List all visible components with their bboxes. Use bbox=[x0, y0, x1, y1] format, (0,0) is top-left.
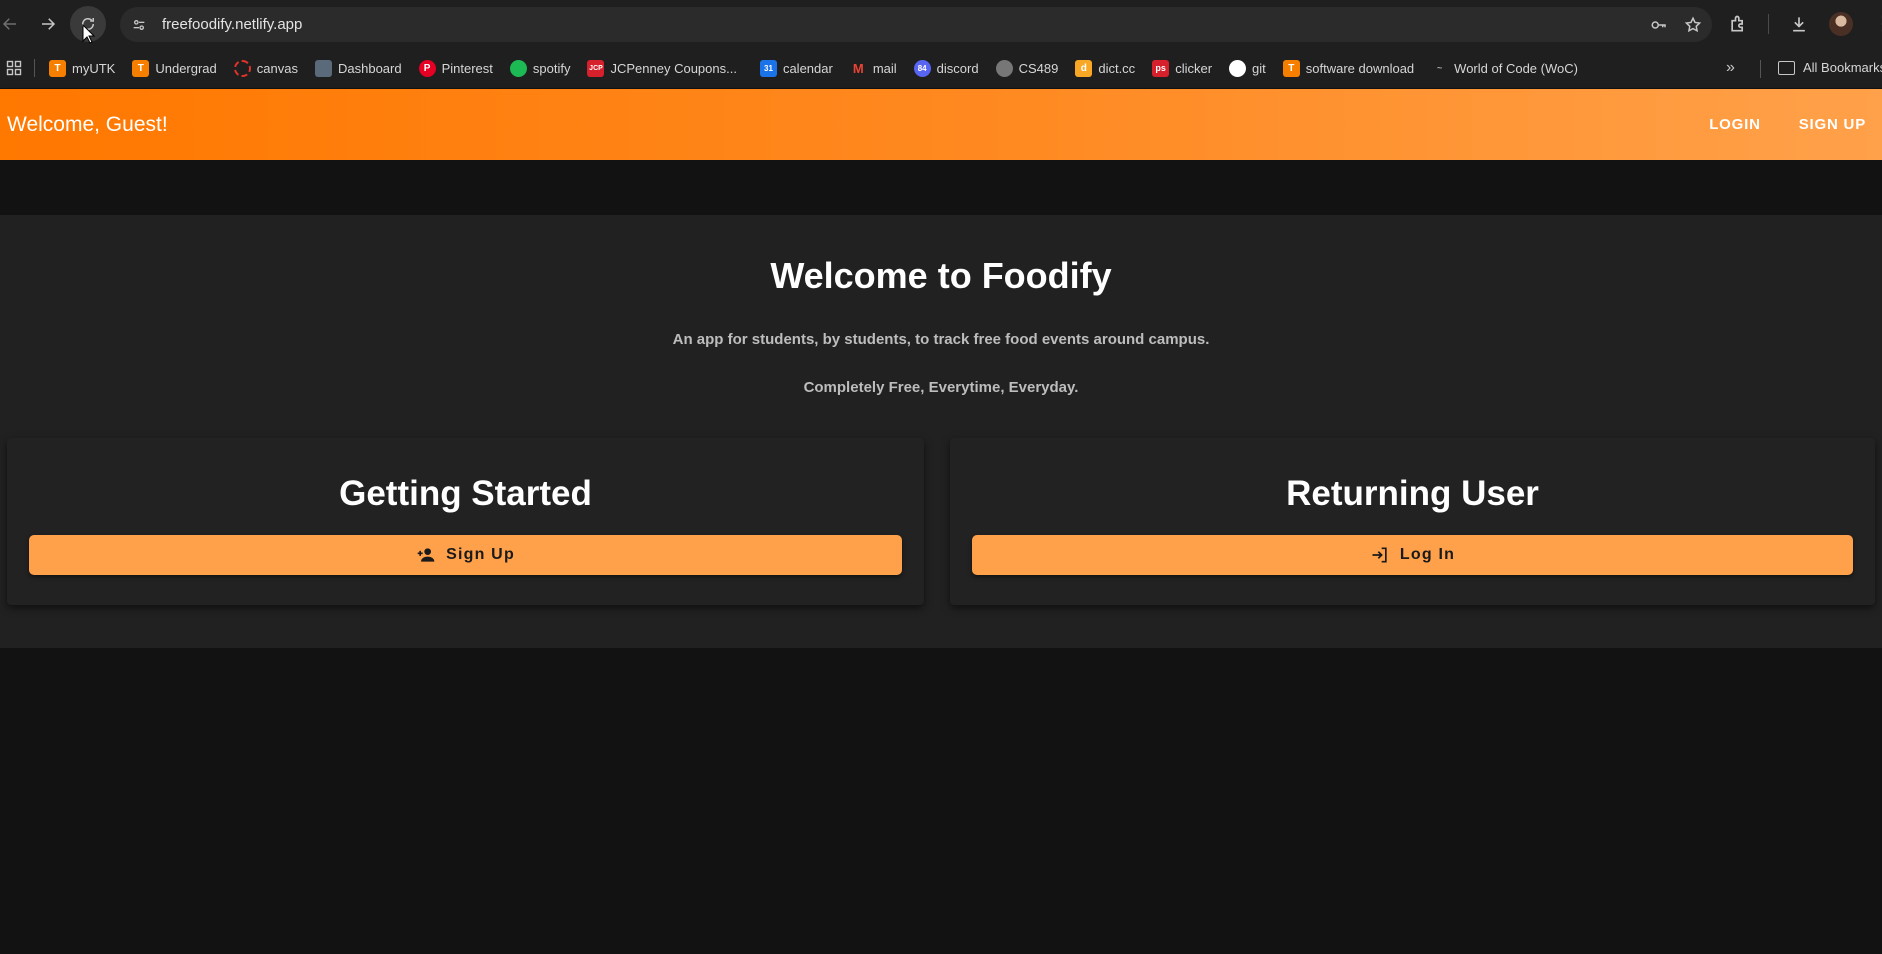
canvas-icon bbox=[233, 59, 251, 77]
key-icon[interactable] bbox=[1650, 16, 1668, 34]
bookmark-discord[interactable]: 84 discord bbox=[913, 59, 979, 77]
bookmark-label: Pinterest bbox=[441, 60, 493, 76]
bookmark-undergrad[interactable]: T Undergrad bbox=[132, 59, 217, 77]
back-button[interactable] bbox=[0, 6, 28, 42]
page-background bbox=[0, 648, 1882, 954]
ut-icon: T bbox=[1282, 59, 1300, 77]
ut-icon: T bbox=[132, 59, 150, 77]
bookmark-spotify[interactable]: spotify bbox=[509, 59, 571, 77]
login-link[interactable]: LOGIN bbox=[1709, 116, 1761, 133]
bookmark-label: dict.cc bbox=[1098, 60, 1136, 76]
dictcc-icon: d bbox=[1075, 59, 1093, 77]
bookmark-woc[interactable]: ~ World of Code (WoC) bbox=[1431, 60, 1578, 77]
bookmark-pinterest[interactable]: P Pinterest bbox=[418, 59, 493, 77]
apps-grid-icon[interactable] bbox=[6, 60, 22, 76]
app-header: Welcome, Guest! LOGIN SIGN UP bbox=[0, 89, 1882, 160]
all-bookmarks-button[interactable]: All Bookmarks bbox=[1778, 60, 1882, 75]
welcome-guest-text: Welcome, Guest! bbox=[7, 112, 168, 136]
hero-section: Welcome to Foodify An app for students, … bbox=[0, 215, 1882, 648]
arrow-left-icon bbox=[2, 18, 16, 30]
forward-button[interactable] bbox=[30, 6, 66, 42]
browser-chrome: freefoodify.netlify.app ⋮ TmyUTK T Underg… bbox=[0, 0, 1882, 89]
bookmark-label: JCPenney Coupons... bbox=[610, 60, 737, 76]
sign-up-button[interactable]: Sign Up bbox=[29, 535, 902, 575]
bookmark-label: myUTK bbox=[72, 60, 116, 76]
card-title: Getting Started bbox=[339, 474, 592, 513]
address-bar[interactable]: freefoodify.netlify.app bbox=[120, 7, 1712, 42]
calendar-icon: 31 bbox=[759, 59, 777, 77]
hero-tagline: Completely Free, Everytime, Everyday. bbox=[803, 379, 1079, 396]
mouse-cursor-icon bbox=[82, 24, 96, 44]
person-add-icon bbox=[417, 548, 435, 562]
bookmark-myutk[interactable]: TmyUTK bbox=[49, 59, 116, 77]
card-title: Returning User bbox=[1286, 474, 1539, 513]
bookmark-jcpenney[interactable]: JCP JCPenney Coupons... bbox=[587, 59, 737, 77]
page-title: Welcome to Foodify bbox=[770, 255, 1112, 296]
bookmark-label: clicker bbox=[1175, 60, 1213, 76]
globe-icon bbox=[995, 59, 1013, 77]
bookmark-cs489[interactable]: CS489 bbox=[995, 59, 1059, 77]
bookmark-label: git bbox=[1252, 60, 1266, 76]
returning-user-card: Returning User Log In bbox=[950, 438, 1875, 605]
omnibox-actions bbox=[1650, 7, 1702, 42]
ut-icon: T bbox=[49, 59, 66, 77]
download-icon[interactable] bbox=[1789, 14, 1809, 34]
bookmark-label: Undergrad bbox=[155, 60, 217, 76]
ps-icon: ps bbox=[1152, 59, 1170, 77]
bookmark-label: discord bbox=[936, 60, 979, 76]
hero-subtitle: An app for students, by students, to tra… bbox=[672, 331, 1210, 348]
spacer bbox=[0, 160, 1882, 215]
arrow-right-icon bbox=[42, 18, 56, 30]
login-icon bbox=[1372, 547, 1387, 563]
bookmark-separator bbox=[1760, 60, 1761, 78]
pinterest-icon: P bbox=[418, 59, 436, 77]
browser-toolbar: freefoodify.netlify.app ⋮ bbox=[0, 0, 1882, 48]
toolbar-divider bbox=[1768, 14, 1769, 34]
extensions-icon[interactable] bbox=[1728, 14, 1748, 34]
bookmark-git[interactable]: git bbox=[1229, 59, 1266, 77]
github-icon bbox=[1229, 59, 1247, 77]
log-in-button[interactable]: Log In bbox=[972, 535, 1853, 575]
bookmark-dictcc[interactable]: d dict.cc bbox=[1075, 59, 1136, 77]
bookmark-software-download[interactable]: Tsoftware download bbox=[1282, 59, 1415, 77]
gmail-icon: M bbox=[852, 60, 864, 76]
jcpenney-icon: JCP bbox=[587, 59, 605, 77]
url-text[interactable]: freefoodify.netlify.app bbox=[162, 16, 302, 33]
discord-icon: 84 bbox=[913, 59, 931, 77]
bookmark-calendar[interactable]: 31 calendar bbox=[759, 59, 833, 77]
chevron-double-right-icon[interactable]: » bbox=[1726, 59, 1735, 77]
bookmark-dashboard[interactable]: Dashboard bbox=[314, 59, 402, 77]
site-info-button[interactable] bbox=[126, 12, 152, 38]
menu-kebab-icon[interactable]: ⋮ bbox=[1873, 14, 1882, 34]
star-icon[interactable] bbox=[1684, 16, 1702, 34]
signup-link[interactable]: SIGN UP bbox=[1799, 116, 1866, 133]
all-bookmarks-label: All Bookmarks bbox=[1803, 60, 1882, 75]
bookmark-label: canvas bbox=[256, 60, 298, 76]
sign-up-label: Sign Up bbox=[446, 546, 515, 563]
bookmark-clicker[interactable]: ps clicker bbox=[1152, 59, 1213, 77]
bookmark-canvas[interactable]: canvas bbox=[233, 59, 298, 77]
bookmark-label: spotify bbox=[532, 60, 571, 76]
toolbar-right: ⋮ bbox=[1728, 8, 1882, 40]
bookmark-label: Dashboard bbox=[337, 60, 402, 76]
woc-icon: ~ bbox=[1437, 63, 1443, 73]
bookmark-mail[interactable]: Mmail bbox=[850, 60, 897, 77]
bookmark-label: mail bbox=[872, 60, 897, 76]
bookmark-label: calendar bbox=[782, 60, 833, 76]
folder-icon bbox=[1778, 60, 1795, 75]
getting-started-card: Getting Started Sign Up bbox=[7, 438, 924, 605]
bookmark-separator bbox=[34, 59, 35, 77]
bookmark-label: World of Code (WoC) bbox=[1454, 60, 1578, 76]
tune-icon bbox=[133, 19, 145, 30]
bookmark-label: CS489 bbox=[1018, 60, 1059, 76]
bookmarks-bar: TmyUTK T Undergrad canvas Dashboard P Pint… bbox=[0, 48, 1882, 89]
spotify-icon bbox=[509, 59, 527, 77]
log-in-label: Log In bbox=[1399, 546, 1456, 563]
header-nav: LOGIN SIGN UP bbox=[1709, 116, 1882, 133]
profile-avatar[interactable] bbox=[1829, 12, 1853, 36]
bookmark-label: software download bbox=[1305, 60, 1415, 76]
dashboard-icon bbox=[314, 59, 332, 77]
